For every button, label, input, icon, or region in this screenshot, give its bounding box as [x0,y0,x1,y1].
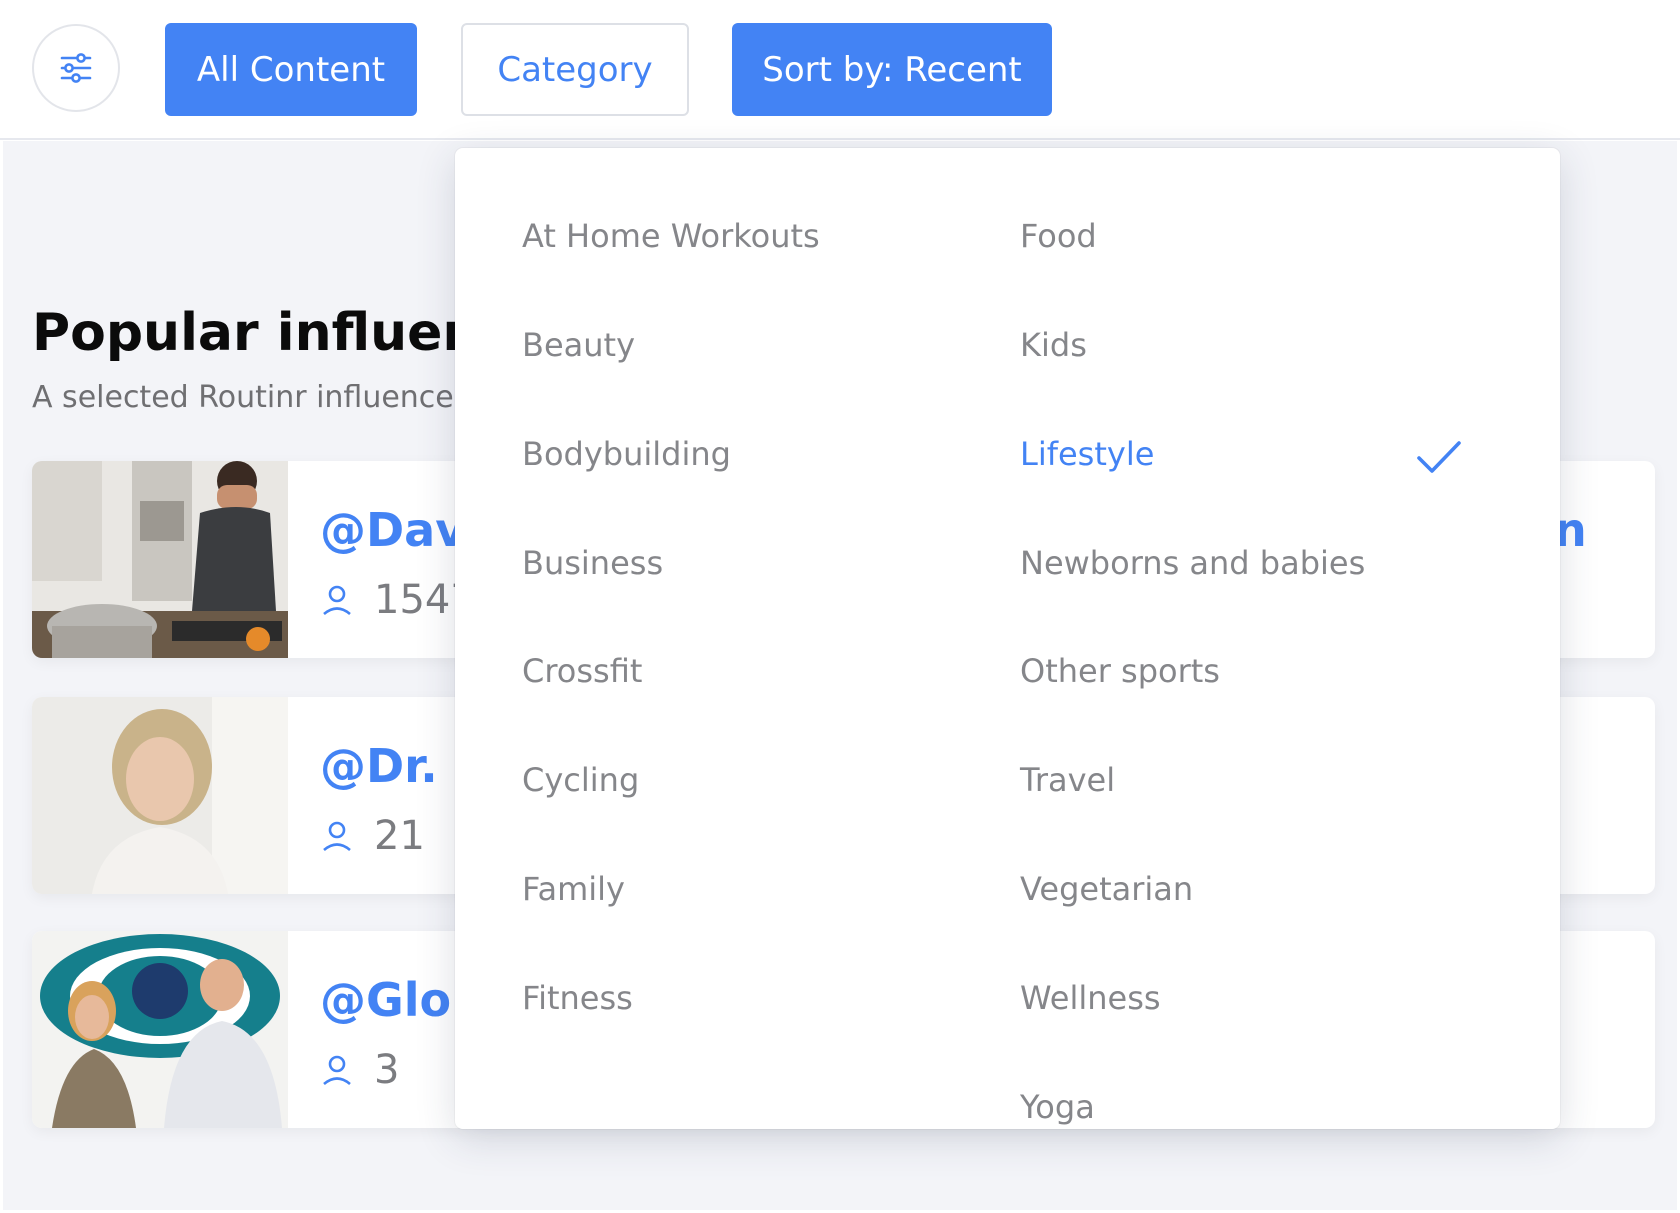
category-option-food[interactable]: Food [1020,216,1097,256]
category-option-newborns-and-babies[interactable]: Newborns and babies [1020,543,1365,583]
category-option-fitness[interactable]: Fitness [522,978,633,1018]
category-option-yoga[interactable]: Yoga [1020,1087,1095,1127]
user-icon [323,1055,351,1086]
user-icon [323,821,351,852]
sort-button[interactable]: Sort by: Recent [732,23,1052,116]
category-option-other-sports[interactable]: Other sports [1020,651,1220,691]
category-option-kids[interactable]: Kids [1020,325,1087,365]
filter-toolbar: All Content Category Sort by: Recent [0,0,1680,140]
category-button[interactable]: Category [461,23,689,116]
category-option-bodybuilding[interactable]: Bodybuilding [522,434,731,474]
category-option-travel[interactable]: Travel [1020,760,1115,800]
follower-count: 1547 [320,577,476,623]
influencer-photo [32,697,288,894]
category-dropdown: At Home Workouts Beauty Bodybuilding Bus… [455,148,1560,1129]
category-option-cycling[interactable]: Cycling [522,760,639,800]
category-option-lifestyle[interactable]: Lifestyle [1020,434,1154,474]
category-option-business[interactable]: Business [522,543,663,583]
checkmark-icon [1417,441,1461,473]
all-content-button[interactable]: All Content [165,23,417,116]
category-option-vegetarian[interactable]: Vegetarian [1020,869,1193,909]
follower-count: 21 [320,813,425,859]
influencer-photo [32,461,288,658]
filter-button[interactable] [32,24,120,112]
category-option-at-home-workouts[interactable]: At Home Workouts [522,216,820,256]
category-option-beauty[interactable]: Beauty [522,325,635,365]
category-option-wellness[interactable]: Wellness [1020,978,1161,1018]
follower-count-value: 3 [374,1047,400,1093]
user-icon [323,585,351,616]
influencer-photo [32,931,288,1128]
section-subtitle: A selected Routinr influencers [32,380,482,415]
category-option-family[interactable]: Family [522,869,625,909]
sliders-icon [60,53,92,83]
follower-count-value: 21 [374,813,425,859]
category-option-crossfit[interactable]: Crossfit [522,651,642,691]
section-title: Popular influenc [32,303,511,363]
follower-count: 3 [320,1047,399,1093]
